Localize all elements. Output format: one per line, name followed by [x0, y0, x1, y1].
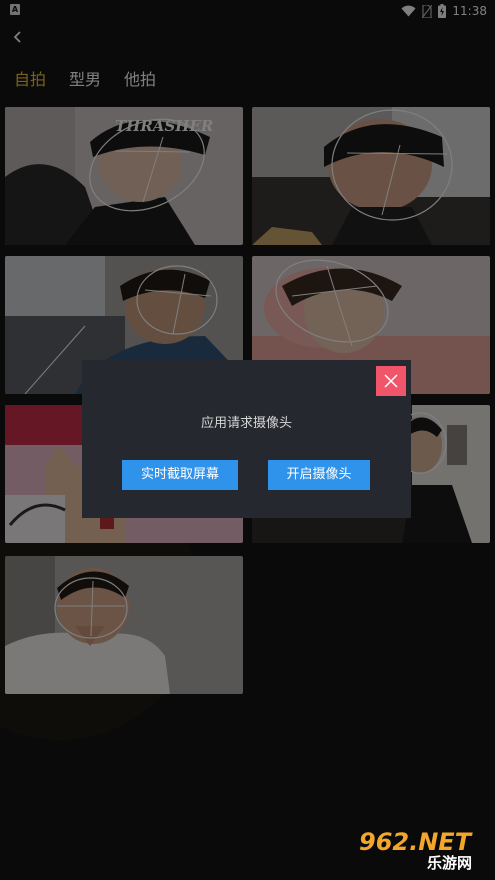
open-camera-button[interactable]: 开启摄像头: [268, 460, 370, 490]
site-watermark: 962.NET 乐游网: [357, 828, 491, 874]
screen-capture-button[interactable]: 实时截取屏幕: [122, 460, 238, 490]
close-icon: [384, 374, 398, 388]
dialog-message: 应用请求摄像头: [200, 416, 292, 431]
close-button[interactable]: [376, 366, 406, 396]
camera-request-dialog: 应用请求摄像头 实时截取屏幕 开启摄像头: [82, 360, 411, 518]
watermark-site: 乐游网: [427, 854, 473, 872]
